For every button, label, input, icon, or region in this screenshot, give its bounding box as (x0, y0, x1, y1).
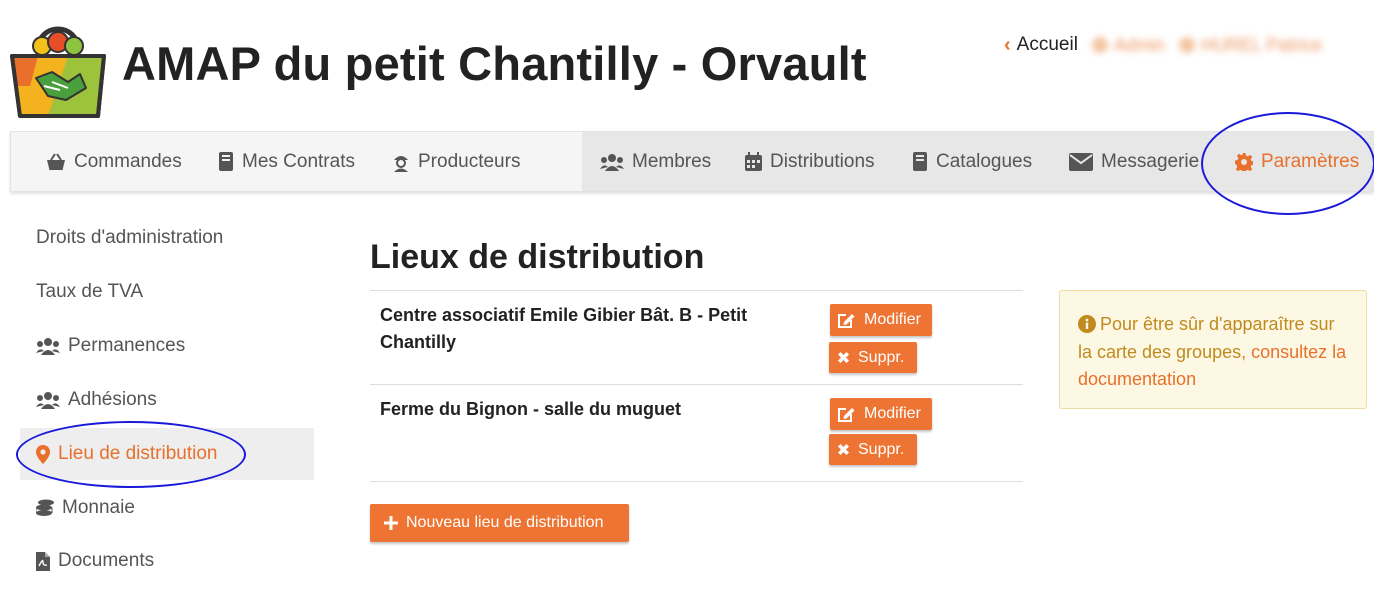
edit-icon (838, 408, 855, 422)
edit-button[interactable]: Modifier (830, 398, 932, 430)
envelope-icon (1069, 152, 1093, 171)
farmer-icon (394, 155, 408, 172)
gear-icon (1235, 152, 1253, 171)
delete-button[interactable]: Suppr. (829, 342, 917, 373)
plus-icon (384, 516, 398, 530)
sidebar-item-monnaie[interactable]: Monnaie (20, 482, 314, 534)
pdf-file-icon (36, 551, 50, 571)
user-icon (1178, 37, 1195, 53)
nav-commandes[interactable]: Commandes (46, 132, 182, 191)
home-link[interactable]: ‹ Accueil (1004, 34, 1078, 57)
nav-distributions[interactable]: Distributions (745, 132, 875, 191)
book-icon (913, 152, 927, 171)
basket-icon (47, 152, 65, 170)
main-navbar: Commandes Mes Contrats Producteurs Membr… (10, 131, 1374, 192)
close-icon (838, 444, 849, 455)
sidebar-item-lieu-distribution[interactable]: Lieu de distribution (20, 428, 314, 480)
sidebar-item-droits[interactable]: Droits d'administration (20, 212, 314, 264)
delete-button[interactable]: Suppr. (829, 434, 917, 465)
sidebar-item-tva[interactable]: Taux de TVA (20, 266, 314, 318)
edit-button[interactable]: Modifier (830, 304, 932, 336)
sidebar-item-documents[interactable]: Documents (20, 535, 314, 587)
nav-producteurs[interactable]: Producteurs (392, 132, 520, 191)
edit-icon (838, 314, 855, 328)
admin-badge[interactable]: Admin (1091, 35, 1165, 56)
table-row: Centre associatif Emile Gibier Bât. B - … (370, 290, 1023, 384)
user-menu[interactable]: HUREL Patrice (1178, 35, 1322, 56)
location-name: Ferme du Bignon - salle du muguet (380, 399, 682, 419)
nav-mes-contrats[interactable]: Mes Contrats (218, 132, 355, 191)
users-icon (600, 153, 624, 171)
users-icon (36, 392, 60, 409)
nav-membres[interactable]: Membres (600, 132, 711, 191)
sidebar-item-adhesions[interactable]: Adhésions (20, 374, 314, 426)
nav-parametres[interactable]: Paramètres (1235, 132, 1359, 191)
info-icon (1078, 315, 1096, 333)
calendar-icon (745, 152, 762, 171)
amap-logo[interactable] (8, 16, 108, 120)
locations-table: Centre associatif Emile Gibier Bât. B - … (370, 290, 1023, 482)
info-alert: Pour être sûr d'apparaître sur la carte … (1059, 290, 1367, 409)
site-title: AMAP du petit Chantilly - Orvault (122, 37, 867, 90)
location-name: Centre associatif Emile Gibier Bât. B - … (380, 305, 748, 352)
coins-icon (36, 499, 54, 516)
admin-icon (1091, 37, 1108, 53)
top-links: ‹ Accueil Admin HUREL Patrice (1004, 32, 1322, 58)
nav-messagerie[interactable]: Messagerie (1069, 132, 1199, 191)
table-row: Ferme du Bignon - salle du muguet Modifi… (370, 384, 1023, 482)
home-label: Accueil (1016, 34, 1078, 55)
close-icon (838, 352, 849, 363)
new-location-button[interactable]: Nouveau lieu de distribution (370, 504, 629, 542)
chevron-left-icon: ‹ (1004, 33, 1011, 56)
sidebar-item-permanences[interactable]: Permanences (20, 320, 314, 372)
book-icon (219, 152, 233, 171)
users-icon (36, 338, 60, 355)
page-title: Lieux de distribution (370, 238, 705, 276)
map-marker-icon (36, 444, 50, 464)
nav-catalogues[interactable]: Catalogues (912, 132, 1032, 191)
